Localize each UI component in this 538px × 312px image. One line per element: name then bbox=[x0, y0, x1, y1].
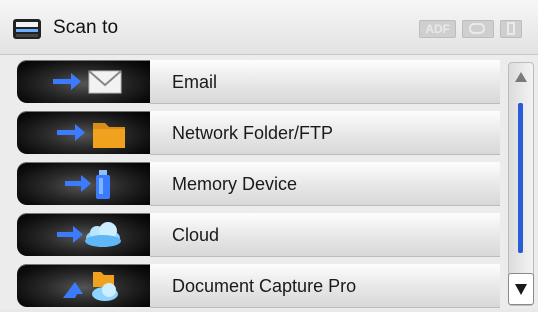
email-icon bbox=[53, 70, 122, 94]
list-item-label: Cloud bbox=[172, 225, 220, 245]
scroll-track[interactable] bbox=[518, 103, 523, 253]
scroll-down-button[interactable] bbox=[508, 273, 534, 305]
memory-card-icon bbox=[507, 22, 515, 35]
scan-to-screen: Scan to ADF Email Network Folder/FTP Mem… bbox=[0, 0, 538, 309]
scroll-up-button[interactable] bbox=[509, 63, 533, 91]
list-item-label: Email bbox=[172, 72, 218, 92]
icon-tile bbox=[17, 111, 150, 154]
list-item-label: Document Capture Pro bbox=[172, 276, 357, 296]
list-item-memory-device[interactable]: Memory Device bbox=[0, 159, 500, 208]
scanner-icon bbox=[13, 19, 41, 39]
icon-tile bbox=[17, 213, 150, 256]
memory-card-indicator bbox=[500, 20, 522, 38]
network-icon bbox=[469, 23, 485, 34]
list-item-network-folder[interactable]: Network Folder/FTP bbox=[0, 108, 500, 157]
header-bar: Scan to ADF bbox=[0, 0, 538, 55]
document-capture-icon bbox=[63, 272, 118, 301]
cloud-icon bbox=[57, 222, 121, 247]
scroll-up-icon bbox=[515, 72, 527, 82]
page-title: Scan to bbox=[53, 17, 119, 38]
list-item-cloud[interactable]: Cloud bbox=[0, 210, 500, 259]
icon-tile bbox=[17, 60, 150, 103]
list-item-label: Memory Device bbox=[172, 174, 298, 194]
list-item-label: Network Folder/FTP bbox=[172, 123, 334, 143]
scroll-thumb[interactable] bbox=[518, 103, 523, 253]
list-item-email[interactable]: Email bbox=[0, 57, 500, 106]
adf-indicator: ADF bbox=[419, 20, 456, 38]
destination-list: Email Network Folder/FTP Memory Device C… bbox=[0, 57, 500, 312]
folder-icon bbox=[57, 123, 125, 148]
scroll-down-icon bbox=[515, 284, 527, 295]
status-indicators: ADF bbox=[419, 20, 522, 38]
network-indicator bbox=[462, 20, 494, 38]
scrollbar[interactable] bbox=[508, 62, 534, 306]
icon-tile bbox=[17, 162, 150, 205]
list-item-document-capture-pro[interactable]: Document Capture Pro bbox=[0, 261, 500, 310]
memory-device-icon bbox=[65, 170, 110, 199]
icon-tile bbox=[17, 264, 150, 307]
